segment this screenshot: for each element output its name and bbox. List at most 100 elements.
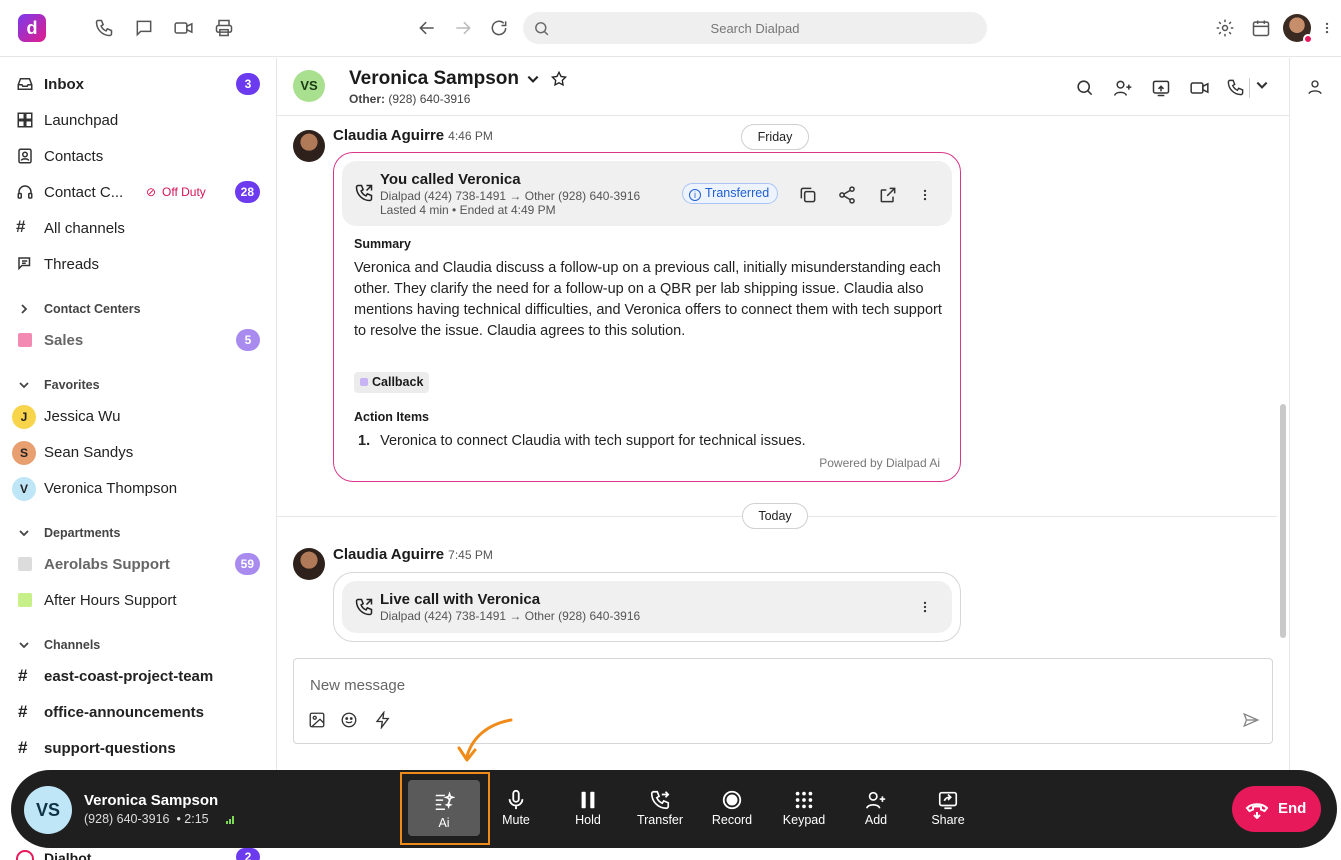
microphone-icon [508, 789, 524, 810]
profile-icon[interactable] [1306, 78, 1324, 96]
control-label: Keypad [782, 813, 826, 827]
avatar[interactable] [293, 548, 325, 580]
section-channels[interactable]: Channels [0, 633, 276, 657]
video-icon[interactable] [173, 18, 195, 40]
sidebar-item-aerolabs-support[interactable]: Aerolabs Support 59 [0, 547, 276, 581]
right-rail [1289, 58, 1341, 770]
date-pill: Friday [741, 124, 809, 150]
image-icon[interactable] [308, 711, 326, 729]
add-button[interactable]: Add [845, 770, 907, 848]
record-button[interactable]: Record [701, 770, 763, 848]
ai-call-summary-card: You called Veronica Dialpad (424) 738-14… [333, 152, 961, 482]
back-arrow-icon[interactable] [417, 18, 439, 40]
sidebar-item-sean-sandys[interactable]: S Sean Sandys [0, 435, 276, 469]
sidebar-item-inbox[interactable]: Inbox 3 [0, 67, 276, 101]
contact-number: Other: (928) 640-3916 [349, 92, 471, 106]
lightning-icon[interactable] [374, 711, 392, 729]
outgoing-call-icon [354, 597, 374, 617]
channel-east-coast-project-team[interactable]: # east-coast-project-team [0, 659, 276, 693]
sidebar-item-jessica-wu[interactable]: J Jessica Wu [0, 399, 276, 433]
calendar-icon[interactable] [1251, 18, 1273, 40]
caller-avatar[interactable]: VS [24, 786, 72, 834]
forward-arrow-icon[interactable] [453, 18, 475, 40]
sidebar-item-contacts[interactable]: Contacts [0, 139, 276, 173]
callback-tag[interactable]: Callback [354, 372, 430, 393]
share-icon[interactable] [837, 185, 857, 205]
section-departments[interactable]: Departments [0, 521, 276, 545]
message-composer[interactable]: New message [293, 658, 1273, 744]
sidebar-item-label: Dialbot [44, 850, 92, 860]
section-favorites[interactable]: Favorites [0, 373, 276, 397]
control-label: Add [864, 813, 888, 827]
status-badge: i Transferred [682, 183, 779, 204]
emoji-icon[interactable] [340, 711, 358, 729]
pause-icon [581, 791, 595, 809]
message-author: Claudia Aguirre 7:45 PM [333, 546, 493, 563]
search-bar[interactable]: Search Dialpad [523, 12, 987, 44]
gear-icon[interactable] [1215, 18, 1237, 40]
phone-icon[interactable] [1226, 78, 1246, 98]
video-icon[interactable] [1189, 78, 1209, 98]
section-contact-centers[interactable]: Contact Centers [0, 297, 276, 321]
call-details: Dialpad (424) 738-1491 → Other (928) 640… [380, 189, 641, 217]
send-icon[interactable] [1242, 711, 1260, 729]
color-square [18, 333, 32, 347]
more-vertical-icon[interactable] [918, 597, 932, 617]
bell-off-icon: ⊘ [146, 185, 157, 199]
contact-avatar[interactable]: VS [293, 70, 325, 102]
sidebar-item-dialbot[interactable]: Dialbot 2 [0, 848, 277, 860]
call-row[interactable]: Live call with Veronica Dialpad (424) 73… [342, 581, 952, 633]
control-label: Record [711, 813, 753, 827]
message-list[interactable]: Friday Claudia Aguirre 4:46 PM You called… [277, 116, 1289, 711]
sidebar-item-veronica-thompson[interactable]: V Veronica Thompson [0, 471, 276, 505]
contact-name[interactable]: Veronica Sampson [349, 68, 568, 90]
sidebar-item-sales[interactable]: Sales 5 [0, 323, 276, 357]
hash-icon: # [18, 738, 28, 757]
phone-icon[interactable] [94, 18, 116, 40]
dialbot-icon [16, 850, 34, 860]
message-icon[interactable] [134, 18, 156, 40]
ai-button[interactable]: Ai [408, 780, 480, 836]
end-call-button[interactable]: End [1232, 786, 1321, 832]
keypad-button[interactable]: Keypad [773, 770, 835, 848]
mute-button[interactable]: Mute [485, 770, 547, 848]
sidebar-item-after-hours-support[interactable]: After Hours Support [0, 583, 276, 617]
channel-support-questions[interactable]: # support-questions [0, 731, 276, 765]
launchpad-icon [16, 111, 34, 129]
contacts-icon [16, 147, 34, 165]
sidebar-item-label: Inbox [44, 76, 84, 93]
chevron-down-icon[interactable] [1255, 78, 1275, 98]
print-icon[interactable] [214, 18, 236, 40]
dialpad-logo[interactable]: d [18, 14, 46, 42]
channel-office-announcements[interactable]: # office-announcements [0, 695, 276, 729]
sidebar-item-contact-center[interactable]: Contact C... ⊘ Off Duty 28 [0, 175, 276, 209]
share-button[interactable]: Share [917, 770, 979, 848]
screen-share-icon[interactable] [1151, 78, 1171, 98]
avatar[interactable] [293, 130, 325, 162]
hold-button[interactable]: Hold [557, 770, 619, 848]
add-user-icon[interactable] [1113, 78, 1133, 98]
scrollbar[interactable] [1280, 404, 1286, 638]
external-link-icon[interactable] [878, 185, 898, 205]
hash-icon: # [18, 702, 28, 721]
star-icon[interactable] [550, 70, 568, 88]
user-avatar[interactable] [1283, 14, 1313, 44]
refresh-icon[interactable] [489, 18, 511, 40]
transfer-button[interactable]: Transfer [629, 770, 691, 848]
control-label: Transfer [636, 813, 684, 827]
chevron-down-icon[interactable] [526, 72, 540, 86]
message-input[interactable]: New message [310, 677, 405, 694]
sidebar-item-threads[interactable]: Threads [0, 247, 276, 281]
outgoing-call-icon [354, 183, 374, 203]
sidebar-item-launchpad[interactable]: Launchpad [0, 103, 276, 137]
threads-icon [16, 255, 34, 273]
search-icon[interactable] [1075, 78, 1095, 98]
active-call-bar: VS Veronica Sampson (928) 640-3916 • 2:1… [11, 770, 1337, 848]
more-vertical-icon[interactable] [1320, 18, 1334, 40]
call-row[interactable]: You called Veronica Dialpad (424) 738-14… [342, 161, 952, 226]
copy-icon[interactable] [798, 185, 818, 205]
call-title: Live call with Veronica [380, 591, 541, 608]
top-bar: d Search Dialpad [0, 0, 1341, 57]
sidebar-item-all-channels[interactable]: # All channels [0, 211, 276, 245]
more-vertical-icon[interactable] [918, 185, 932, 205]
